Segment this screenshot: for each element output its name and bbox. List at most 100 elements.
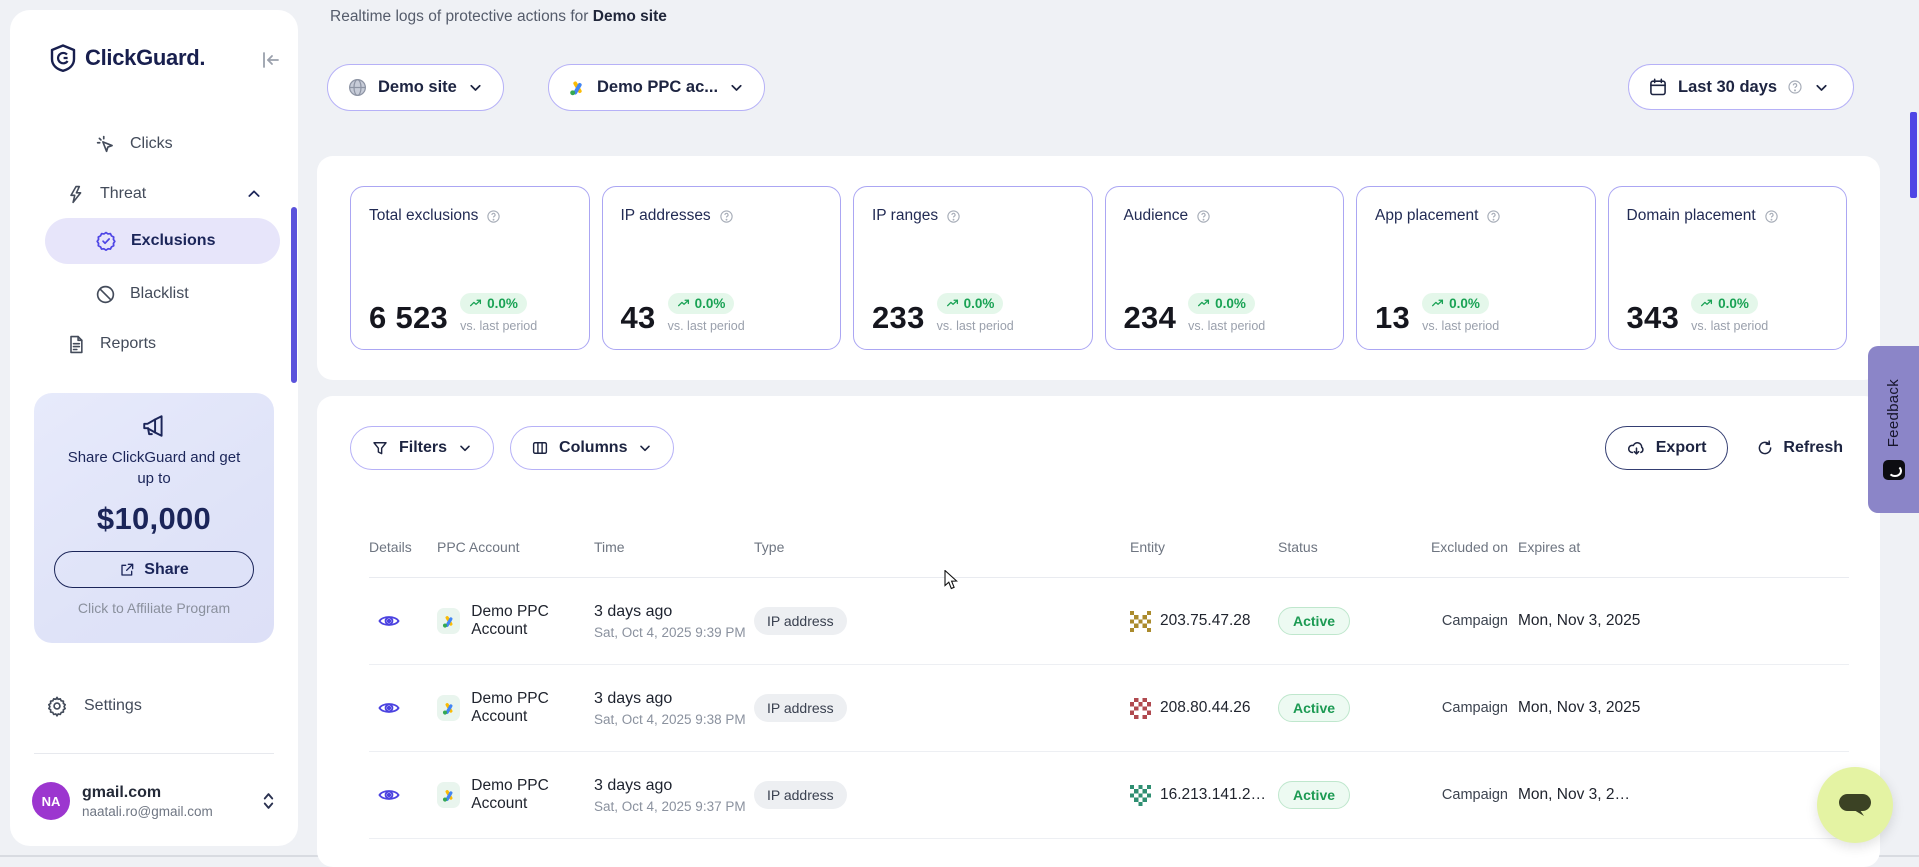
help-icon[interactable] [1196, 209, 1211, 224]
account-name: gmail.com [82, 784, 213, 802]
stat-delta-badge: 0.0% [1691, 293, 1758, 314]
status-badge: Active [1278, 694, 1350, 722]
sidebar-scrollbar[interactable] [291, 207, 297, 383]
table-row: Demo PPC Account 3 days ago Sat, Oct 4, … [369, 752, 1849, 839]
account-email: naatali.ro@gmail.com [82, 804, 213, 819]
time-relative: 3 days ago [594, 690, 754, 708]
ppc-account-selector-dropdown[interactable]: Demo PPC ac... [548, 64, 765, 111]
stat-delta-caption: vs. last period [1188, 319, 1265, 333]
export-button[interactable]: Export [1605, 426, 1729, 470]
stat-delta-caption: vs. last period [1422, 319, 1499, 333]
chevron-down-icon [728, 79, 745, 96]
ban-icon [95, 284, 116, 305]
sidebar-item-clicks[interactable]: Clicks [95, 128, 173, 160]
refresh-icon [1756, 439, 1774, 457]
stat-value: 43 [621, 302, 656, 333]
share-button[interactable]: Share [54, 551, 254, 588]
help-icon[interactable] [486, 209, 501, 224]
page-scrollbar-thumb[interactable] [1910, 112, 1917, 198]
ppc-selector-label: Demo PPC ac... [597, 78, 718, 97]
stat-delta-caption: vs. last period [937, 319, 1014, 333]
stat-label: IP addresses [621, 207, 711, 225]
exclusions-log-panel: Filters Columns Expo [317, 396, 1880, 867]
sidebar-item-blacklist[interactable]: Blacklist [95, 278, 189, 310]
account-switcher[interactable]: NA gmail.com naatali.ro@gmail.com [32, 782, 276, 820]
refresh-button[interactable]: Refresh [1756, 439, 1843, 457]
sidebar-item-threat[interactable]: Threat [66, 178, 262, 210]
google-ads-icon [568, 79, 587, 97]
site-selector-dropdown[interactable]: Demo site [327, 64, 504, 111]
chevron-down-icon [467, 79, 484, 96]
stat-delta-badge: 0.0% [460, 293, 527, 314]
help-icon[interactable] [946, 209, 961, 224]
sidebar-item-exclusions[interactable]: Exclusions [45, 218, 280, 264]
document-icon [66, 334, 86, 355]
sidebar-item-label: Reports [100, 335, 156, 353]
stat-value: 233 [872, 302, 925, 333]
expires-at-value: Mon, Nov 3, 2… [1508, 786, 1849, 804]
entity-value: 208.80.44.26 [1160, 699, 1251, 717]
view-details-eye-icon[interactable] [377, 609, 437, 633]
promo-headline: Share ClickGuard and get up to [34, 447, 274, 489]
help-icon[interactable] [1764, 209, 1779, 224]
view-details-eye-icon[interactable] [377, 783, 437, 807]
chat-launcher-button[interactable] [1817, 767, 1893, 843]
sidebar-item-label: Clicks [130, 135, 173, 153]
col-header-ppc-account: PPC Account [437, 539, 594, 555]
col-header-type: Type [754, 539, 1130, 555]
expires-at-value: Mon, Nov 3, 2025 [1508, 612, 1849, 630]
subtitle-site-name: Demo site [593, 8, 667, 25]
help-icon[interactable] [1486, 209, 1501, 224]
filters-button[interactable]: Filters [350, 426, 494, 470]
site-selector-label: Demo site [378, 78, 457, 97]
help-icon[interactable] [1787, 79, 1803, 95]
columns-button[interactable]: Columns [510, 426, 674, 470]
stat-delta-caption: vs. last period [1691, 319, 1768, 333]
stat-value: 6 523 [369, 302, 448, 333]
stat-label: App placement [1375, 207, 1478, 225]
page-subtitle: Realtime logs of protective actions for … [330, 8, 667, 26]
stats-summary-panel: Total exclusions 6 523 0.0% vs. last per… [317, 156, 1880, 380]
trend-up-icon [469, 297, 482, 310]
bolt-icon [66, 184, 86, 205]
stat-delta-caption: vs. last period [460, 319, 537, 333]
date-range-label: Last 30 days [1678, 78, 1777, 97]
chevron-down-icon [1813, 79, 1830, 96]
app-window: ClickGuard. Clicks Threat [0, 0, 1919, 867]
chevron-up-icon [246, 186, 262, 202]
date-range-dropdown[interactable]: Last 30 days [1628, 64, 1854, 110]
help-icon[interactable] [719, 209, 734, 224]
ip-identicon [1130, 698, 1151, 719]
sidebar-divider [34, 753, 274, 754]
affiliate-link[interactable]: Click to Affiliate Program [34, 600, 274, 616]
sidebar-item-reports[interactable]: Reports [66, 328, 156, 360]
ppc-account-name: Demo PPC Account [471, 603, 594, 639]
stat-delta-badge: 0.0% [1422, 293, 1489, 314]
stat-card-total-exclusions: Total exclusions 6 523 0.0% vs. last per… [350, 186, 590, 350]
stat-card-audience: Audience 234 0.0% vs. last period [1105, 186, 1345, 350]
chevron-down-icon [637, 440, 653, 456]
trend-up-icon [1197, 297, 1210, 310]
google-ads-icon [437, 608, 460, 634]
sidebar-item-settings[interactable]: Settings [46, 690, 142, 722]
excluded-on-value: Campaign [1423, 787, 1508, 803]
google-ads-icon [437, 695, 460, 721]
ppc-account-name: Demo PPC Account [471, 777, 594, 813]
status-badge: Active [1278, 607, 1350, 635]
filter-funnel-icon [371, 439, 389, 457]
stat-label: Total exclusions [369, 207, 478, 225]
col-header-details: Details [369, 539, 437, 555]
feedback-tab[interactable]: Feedback [1868, 346, 1919, 513]
subtitle-text: Realtime logs of protective actions for [330, 8, 593, 25]
table-toolbar: Filters Columns Expo [350, 426, 1843, 470]
external-link-icon [119, 562, 135, 578]
view-details-eye-icon[interactable] [377, 696, 437, 720]
stat-card-app-placement: App placement 13 0.0% vs. last period [1356, 186, 1596, 350]
stat-delta-badge: 0.0% [1188, 293, 1255, 314]
col-header-time: Time [594, 539, 754, 555]
ip-identicon [1130, 785, 1151, 806]
col-header-entity: Entity [1130, 539, 1278, 555]
stat-value: 13 [1375, 302, 1410, 333]
type-badge: IP address [754, 694, 847, 722]
sidebar-collapse-icon[interactable] [258, 48, 282, 72]
